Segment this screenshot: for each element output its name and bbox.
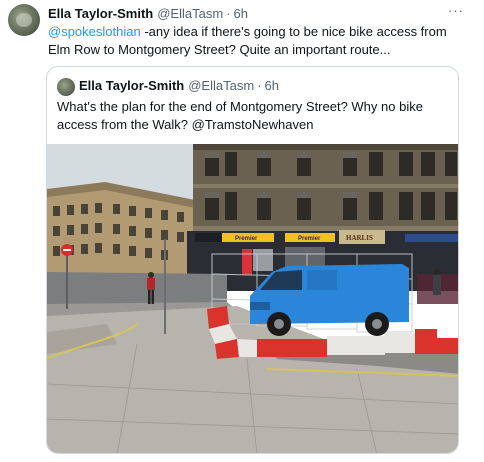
road [47, 272, 227, 306]
quoted-tweet-text: What's the plan for the end of Montgomer… [57, 98, 452, 134]
tweet-text: @spokeslothian -any idea if there's goin… [48, 23, 468, 59]
quoted-separator-dot: · [257, 78, 262, 93]
tweet[interactable]: Ella Taylor-Smith @EllaTasm · 6h ··· @sp… [0, 0, 484, 462]
shop-sign-harlis: HARLIS [346, 234, 373, 242]
tweet-timestamp[interactable]: 6h [234, 5, 248, 23]
shop-sign-premier-2: Premier [298, 236, 321, 242]
quoted-author-avatar [57, 78, 75, 96]
quoted-tweet-timestamp: 6h [264, 78, 279, 93]
author-name[interactable]: Ella Taylor-Smith [48, 5, 153, 23]
quoted-tweet-photo[interactable]: Premier Premier HARLIS [47, 144, 458, 453]
quoted-author-name: Ella Taylor-Smith [79, 78, 185, 93]
shop-sign-premier-1: Premier [235, 236, 258, 242]
tweet-header: Ella Taylor-Smith @EllaTasm · 6h [48, 5, 248, 23]
quoted-tweet-header: Ella Taylor-Smith @EllaTasm · 6h [79, 77, 279, 95]
quoted-author-handle: @EllaTasm [188, 78, 255, 93]
author-avatar[interactable] [8, 4, 40, 36]
pedestrian [148, 272, 154, 278]
separator-dot: · [226, 6, 231, 21]
quoted-mention: @TramstoNewhaven [191, 117, 314, 132]
blue-van [250, 264, 409, 336]
more-options-icon[interactable]: ··· [446, 4, 466, 22]
street-photo: Premier Premier HARLIS [47, 144, 458, 453]
mention-link[interactable]: @spokeslothian [48, 24, 141, 39]
quoted-tweet-card[interactable]: Ella Taylor-Smith @EllaTasm · 6h What's … [46, 66, 459, 454]
author-handle[interactable]: @EllaTasm [157, 5, 223, 23]
